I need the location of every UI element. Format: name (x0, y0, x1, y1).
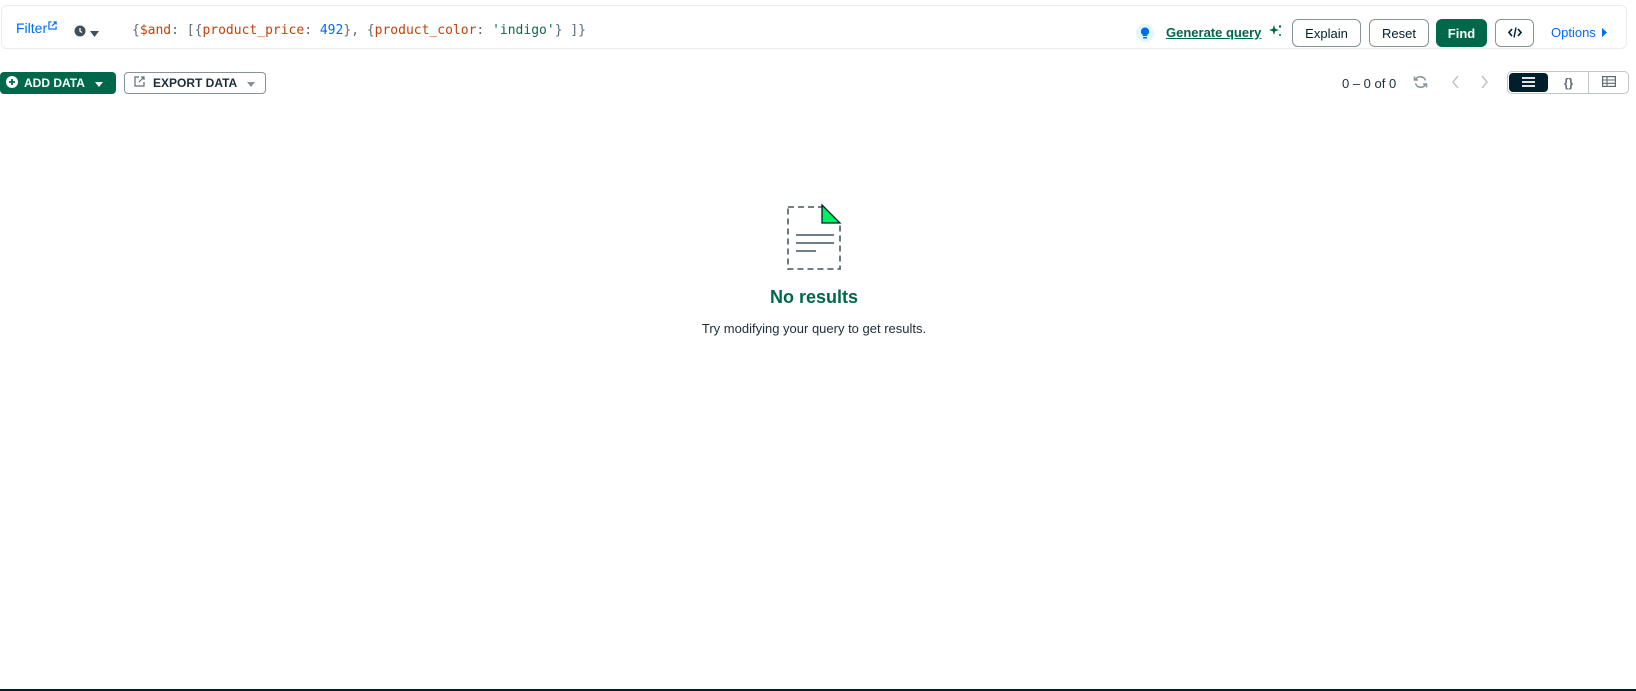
clock-icon (74, 24, 86, 42)
filter-label: Filter (16, 20, 48, 36)
external-link-icon (48, 17, 57, 33)
query-price-value: 492 (319, 23, 344, 38)
plus-circle-icon (6, 75, 18, 91)
generate-query-link[interactable]: Generate query (1166, 25, 1261, 40)
options-label: Options (1551, 25, 1596, 40)
export-data-label: EXPORT DATA (153, 76, 238, 90)
sparkle-icon (1268, 24, 1282, 43)
export-to-language-button[interactable] (1495, 19, 1534, 47)
add-data-label: ADD DATA (24, 76, 85, 90)
query-colon-bracket: : [{ (171, 23, 203, 38)
query-close: } ]} (554, 23, 586, 38)
caret-down-icon (94, 76, 103, 90)
lightbulb-icon (1136, 24, 1154, 42)
query-open: { (132, 23, 140, 38)
empty-state-message: Try modifying your query to get results. (701, 321, 927, 336)
code-icon (1507, 26, 1522, 41)
export-data-button[interactable]: EXPORT DATA (124, 72, 266, 94)
query-price-key: product_price (202, 23, 305, 38)
empty-state-title: No results (769, 287, 859, 307)
table-view-button[interactable] (1588, 72, 1628, 93)
query-bar: Filter {$and: [{product_price: 492}, {pr… (1, 5, 1627, 49)
caret-right-icon (1601, 25, 1607, 40)
query-mid: }, { (343, 23, 375, 38)
options-toggle[interactable]: Options (1551, 25, 1607, 40)
explain-button[interactable]: Explain (1292, 19, 1361, 47)
documents-page: Filter {$and: [{product_price: 492}, {pr… (0, 0, 1636, 691)
pagination-count: 0 – 0 of 0 (1342, 76, 1397, 91)
list-view-icon (1522, 76, 1535, 90)
query-sep1: : (304, 23, 320, 38)
caret-down-icon (247, 76, 256, 90)
chevron-left-icon[interactable] (1451, 75, 1460, 94)
json-view-icon: {} (1563, 75, 1574, 90)
add-data-button[interactable]: ADD DATA (0, 72, 116, 94)
list-view-button[interactable] (1509, 73, 1548, 92)
document-icon (784, 203, 844, 278)
export-icon (134, 76, 145, 90)
find-button[interactable]: Find (1436, 19, 1487, 47)
view-toggle: {} (1507, 71, 1629, 94)
query-sep2: : (476, 23, 493, 38)
caret-down-icon (90, 24, 99, 42)
query-input[interactable]: {$and: [{product_price: 492}, {product_c… (132, 23, 586, 38)
refresh-icon[interactable] (1413, 75, 1428, 94)
chevron-right-icon[interactable] (1480, 75, 1489, 94)
query-and-operator: $and (139, 23, 172, 38)
json-view-button[interactable]: {} (1549, 72, 1588, 93)
table-view-icon (1601, 75, 1616, 90)
query-color-key: product_color (374, 23, 477, 38)
reset-button[interactable]: Reset (1369, 19, 1429, 47)
query-color-value: 'indigo' (492, 23, 555, 38)
filter-link[interactable]: Filter (16, 20, 57, 36)
query-history-button[interactable] (74, 24, 99, 42)
